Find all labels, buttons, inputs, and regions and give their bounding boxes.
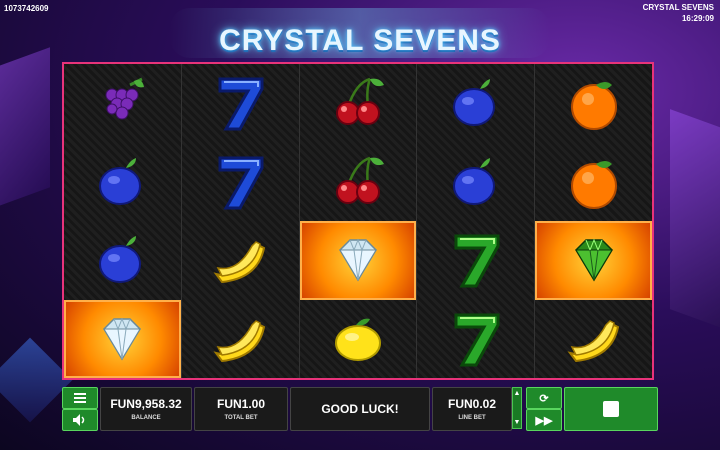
reel-cell	[417, 221, 534, 300]
reel-5	[535, 64, 652, 378]
background-crystal-left	[0, 47, 50, 213]
clock: 16:29:09	[681, 14, 714, 23]
reel-cell	[300, 143, 417, 222]
banana-icon	[567, 319, 619, 362]
balance-value: FUN9,958.32	[110, 397, 182, 411]
game-name: CRYSTAL SEVENS	[642, 3, 714, 12]
message-panel: GOOD LUCK!	[290, 387, 430, 431]
spin-stop-button[interactable]	[564, 387, 658, 431]
reel-cell	[182, 64, 299, 143]
reel-cell	[64, 299, 181, 378]
reel-cell	[182, 221, 299, 300]
banana-icon	[213, 241, 266, 284]
reel-cell	[64, 64, 181, 143]
reel-cell	[182, 300, 299, 379]
diamond-green-icon	[574, 238, 613, 282]
plum-icon	[452, 79, 495, 127]
reel-cell	[300, 64, 417, 143]
reel-cell	[535, 300, 652, 379]
reel-2	[182, 64, 300, 378]
menu-icon	[74, 393, 86, 403]
sound-icon	[73, 414, 85, 426]
reel-cell	[182, 143, 299, 222]
balance-panel: FUN9,958.32 BALANCE	[100, 387, 192, 431]
fast-forward-icon: ▶▶	[535, 414, 553, 427]
reel-cell	[417, 300, 534, 379]
refresh-icon: ⟳	[539, 392, 549, 405]
game-logo: CRYSTAL SEVENS	[219, 24, 501, 57]
reel-cell	[417, 143, 534, 222]
diamond-white-icon	[339, 238, 377, 282]
cherry-icon	[335, 156, 384, 204]
menu-button[interactable]	[62, 387, 98, 409]
total-bet-panel: FUN1.00 TOTAL BET	[194, 387, 288, 431]
orange-icon	[570, 82, 617, 131]
seven-green-icon	[454, 313, 500, 367]
balance-label: BALANCE	[131, 415, 161, 421]
session-id: 1073742609	[4, 4, 49, 13]
seven-green-icon	[454, 234, 500, 288]
reel-cell	[535, 221, 652, 300]
reel-4	[417, 64, 536, 379]
reel-1	[64, 64, 182, 378]
line-bet-panel: FUN0.02 LINE BET	[432, 387, 512, 431]
seven-blue-icon	[218, 156, 264, 210]
reel-grid	[62, 62, 654, 380]
reel-cell	[535, 64, 652, 143]
control-bar: FUN9,958.32 BALANCE FUN1.00 TOTAL BET GO…	[62, 385, 658, 431]
background-crystal-right	[670, 109, 720, 331]
status-message: GOOD LUCK!	[321, 402, 399, 416]
reel-cell	[64, 143, 181, 222]
line-bet-value: FUN0.02	[447, 397, 497, 411]
banana-icon	[213, 319, 266, 362]
total-bet-label: TOTAL BET	[224, 415, 258, 421]
reel-cell	[417, 64, 534, 143]
grapes-icon	[105, 77, 145, 120]
reel-cell	[300, 300, 417, 379]
cherry-icon	[335, 78, 384, 126]
line-bet-label: LINE BET	[458, 415, 486, 421]
orange-icon	[570, 160, 617, 209]
plum-icon	[99, 236, 142, 284]
stop-icon	[603, 401, 619, 417]
total-bet-value: FUN1.00	[216, 397, 266, 411]
reel-3	[299, 64, 418, 379]
line-bet-stepper[interactable]: ▲ ▼	[512, 387, 522, 429]
increase-bet-icon[interactable]: ▲	[514, 390, 521, 397]
lemon-icon	[334, 318, 381, 361]
fast-play-button[interactable]: ▶▶	[526, 409, 562, 431]
reel-cell	[535, 143, 652, 222]
plum-icon	[99, 157, 142, 205]
diamond-white-icon	[103, 317, 142, 361]
decrease-bet-icon[interactable]: ▼	[514, 419, 521, 426]
autoplay-button[interactable]: ⟳	[526, 387, 562, 409]
sound-button[interactable]	[62, 409, 98, 431]
reel-cell	[64, 221, 181, 300]
plum-icon	[452, 157, 495, 205]
seven-blue-icon	[218, 77, 264, 131]
reel-cell	[299, 221, 417, 300]
